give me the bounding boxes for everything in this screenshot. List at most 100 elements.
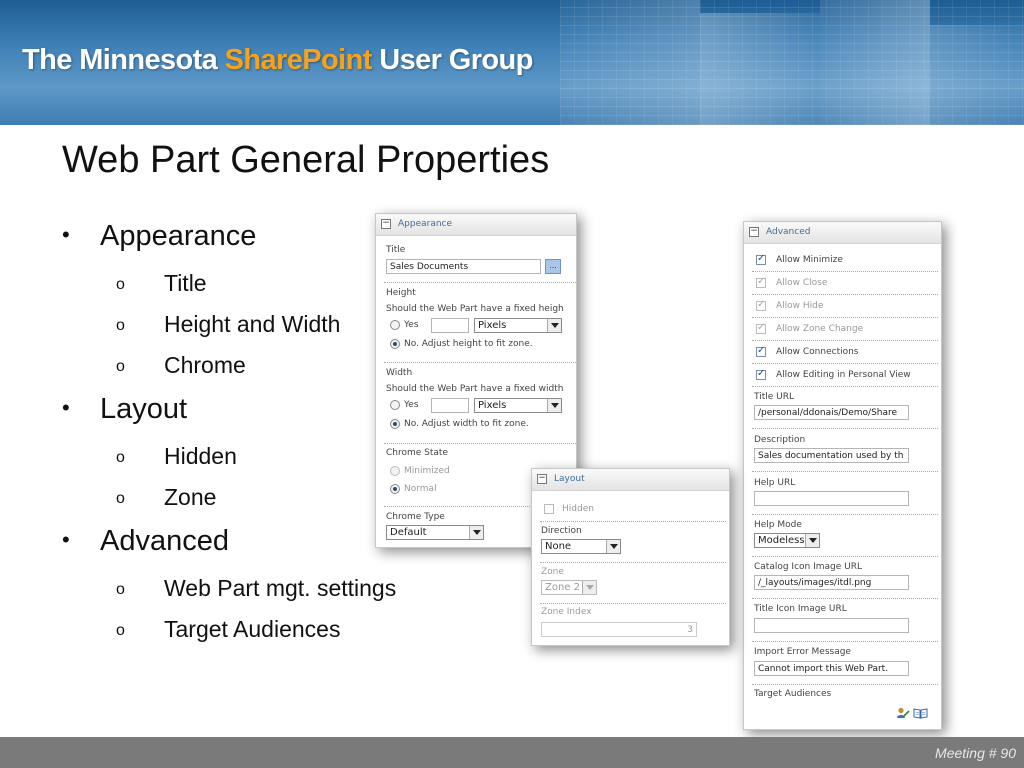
direction-select[interactable]: None: [541, 539, 621, 554]
advanced-checkbox-label: Allow Connections: [776, 347, 859, 357]
bullet-text: Target Audiences: [164, 616, 341, 642]
bullet-item: • Layout: [62, 393, 187, 426]
collapse-toggle-icon[interactable]: −: [749, 227, 759, 237]
divider: [752, 317, 938, 318]
banner-title-accent: SharePoint: [224, 44, 373, 76]
height-question: Should the Web Part have a fixed heigh: [386, 304, 564, 314]
advanced-checkbox[interactable]: [756, 253, 766, 265]
width-no-radio[interactable]: [390, 419, 400, 429]
chevron-down-icon: [547, 319, 561, 332]
browse-book-icon[interactable]: [913, 704, 928, 719]
height-yes-radio[interactable]: [390, 320, 400, 330]
collapse-toggle-icon[interactable]: −: [537, 474, 547, 484]
height-unit-value: Pixels: [478, 320, 507, 331]
import-error-label: Import Error Message: [754, 647, 851, 657]
height-yes-label: Yes: [404, 320, 419, 330]
sub-bullet-item: o Chrome: [116, 352, 246, 379]
sub-bullet-item: o Title: [116, 270, 207, 297]
width-question: Should the Web Part have a fixed width: [386, 384, 564, 394]
width-unit-value: Pixels: [478, 400, 507, 411]
help-url-input[interactable]: [754, 491, 909, 506]
divider: [384, 443, 576, 444]
collapse-toggle-icon[interactable]: −: [381, 219, 391, 229]
chrome-normal-radio[interactable]: [390, 484, 400, 494]
bullet-marker: o: [116, 358, 125, 375]
title-url-input[interactable]: /personal/ddonais/Demo/Share: [754, 405, 909, 420]
title-url-label: Title URL: [754, 392, 795, 402]
chrome-type-label: Chrome Type: [386, 512, 445, 522]
advanced-checkbox[interactable]: [756, 276, 766, 288]
width-no-label: No. Adjust width to fit zone.: [404, 419, 529, 429]
advanced-checkbox[interactable]: [756, 299, 766, 311]
banner-title-part1: The Minnesota: [22, 44, 225, 76]
help-mode-value: Modeless: [758, 535, 805, 546]
sub-bullet-item: o Zone: [116, 484, 216, 511]
height-no-label: No. Adjust height to fit zone.: [404, 339, 533, 349]
bullet-text: Zone: [164, 484, 217, 510]
bullet-text: Layout: [100, 393, 188, 425]
divider: [752, 556, 938, 557]
layout-panel-header[interactable]: − Layout: [532, 469, 729, 491]
bullet-marker: o: [116, 317, 125, 334]
chrome-normal-label: Normal: [404, 484, 437, 494]
zone-select[interactable]: Zone 2: [541, 580, 597, 595]
height-label: Height: [386, 288, 416, 298]
bullet-text: Hidden: [164, 443, 237, 469]
help-mode-select[interactable]: Modeless: [754, 533, 820, 548]
target-audiences-label: Target Audiences: [754, 689, 832, 699]
divider: [752, 514, 938, 515]
browse-button[interactable]: ...: [545, 259, 561, 274]
bullet-marker: o: [116, 622, 125, 639]
appearance-header-label[interactable]: Appearance: [398, 219, 452, 229]
catalog-icon-url-input[interactable]: /_layouts/images/itdl.png: [754, 575, 909, 590]
hidden-checkbox[interactable]: [544, 504, 554, 514]
bullet-text: Chrome: [164, 352, 246, 378]
import-error-input[interactable]: Cannot import this Web Part.: [754, 661, 909, 676]
bullet-item: • Appearance: [62, 220, 256, 253]
height-value-input[interactable]: [431, 318, 469, 333]
advanced-checkbox-label: Allow Minimize: [776, 255, 843, 265]
bullet-item: • Advanced: [62, 525, 229, 558]
chevron-down-icon: [469, 526, 483, 539]
width-unit-select[interactable]: Pixels: [474, 398, 562, 413]
title-input[interactable]: Sales Documents: [386, 259, 541, 274]
zone-value: Zone 2: [545, 582, 580, 593]
banner-title: The Minnesota SharePoint User Group: [22, 44, 533, 77]
description-input[interactable]: Sales documentation used by th: [754, 448, 909, 463]
chrome-type-value: Default: [390, 527, 427, 538]
zone-label: Zone: [541, 567, 564, 577]
advanced-header-label[interactable]: Advanced: [766, 227, 810, 237]
appearance-panel-header[interactable]: − Appearance: [376, 214, 576, 236]
divider: [540, 521, 726, 522]
divider: [752, 340, 938, 341]
layout-header-label[interactable]: Layout: [554, 474, 585, 484]
width-value-input[interactable]: [431, 398, 469, 413]
chrome-minimized-radio[interactable]: [390, 466, 400, 476]
divider: [752, 471, 938, 472]
advanced-checkbox-label: Allow Editing in Personal View: [776, 370, 911, 380]
advanced-panel-header[interactable]: − Advanced: [744, 222, 941, 244]
direction-value: None: [545, 541, 572, 552]
chrome-minimized-label: Minimized: [404, 466, 450, 476]
chevron-down-icon: [547, 399, 561, 412]
divider: [384, 282, 576, 283]
width-yes-radio[interactable]: [390, 400, 400, 410]
bullet-marker: •: [62, 395, 70, 420]
advanced-checkbox[interactable]: [756, 368, 766, 380]
zone-index-input[interactable]: 3: [541, 622, 697, 637]
title-icon-url-label: Title Icon Image URL: [754, 604, 847, 614]
bullet-marker: o: [116, 581, 125, 598]
people-picker-icon[interactable]: [896, 704, 910, 718]
advanced-checkbox[interactable]: [756, 322, 766, 334]
advanced-checkbox[interactable]: [756, 345, 766, 357]
height-no-radio[interactable]: [390, 339, 400, 349]
bullet-marker: •: [62, 527, 70, 552]
height-unit-select[interactable]: Pixels: [474, 318, 562, 333]
meeting-number: Meeting # 90: [935, 745, 1016, 761]
chevron-down-icon: [606, 540, 620, 553]
help-mode-label: Help Mode: [754, 520, 802, 530]
sub-bullet-item: o Web Part mgt. settings: [116, 575, 396, 602]
title-icon-url-input[interactable]: [754, 618, 909, 633]
banner-title-part2: User Group: [371, 44, 533, 76]
chrome-type-select[interactable]: Default: [386, 525, 484, 540]
